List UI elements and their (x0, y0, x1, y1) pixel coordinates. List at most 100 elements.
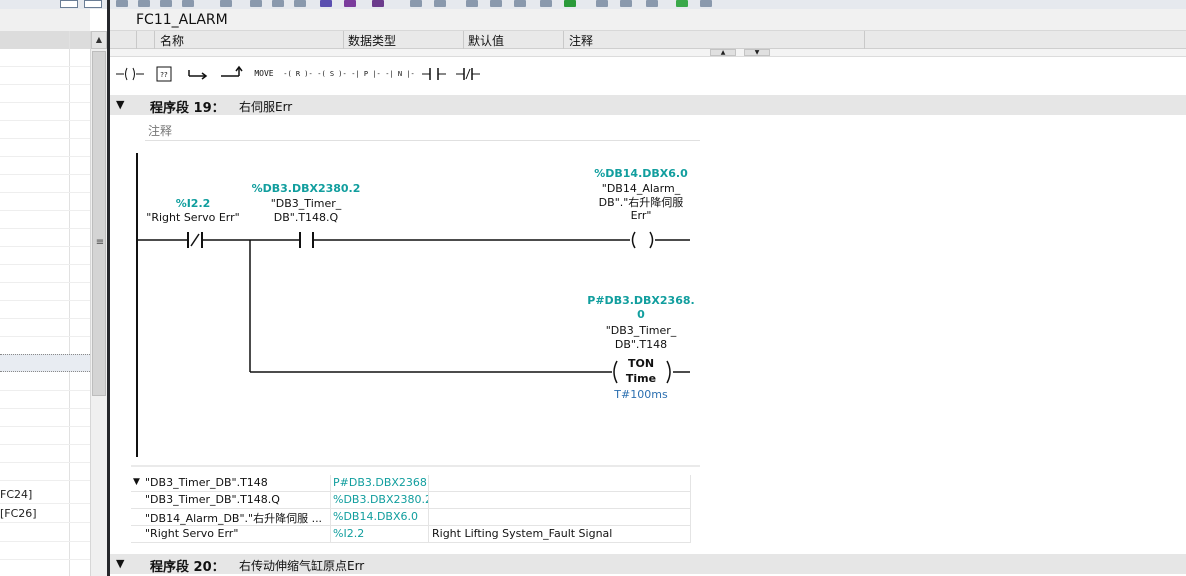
pane-splitter[interactable] (107, 0, 110, 576)
timer-symbol-line1[interactable]: "DB3_Timer_ (586, 324, 696, 338)
coil-address[interactable]: %DB14.DBX6.0 (586, 167, 696, 181)
var-comment[interactable] (428, 475, 691, 491)
tree-row-fc26[interactable]: [FC26] (0, 505, 90, 523)
tree-row[interactable] (0, 211, 90, 229)
coil-symbol-line1[interactable]: "DB14_Alarm_ (586, 182, 696, 196)
toolbar-icon[interactable] (320, 0, 332, 7)
pos-edge-icon[interactable]: -| P |- (350, 61, 382, 87)
toolbar-icon[interactable] (272, 0, 284, 7)
var-comment[interactable] (428, 492, 691, 508)
toolbar-icon[interactable] (434, 0, 446, 7)
tree-row[interactable] (0, 49, 90, 67)
play-icon[interactable] (676, 0, 688, 7)
tree-row[interactable] (0, 301, 90, 319)
timer-address-line1[interactable]: P#DB3.DBX2368. (586, 294, 696, 308)
table-row[interactable]: "DB14_Alarm_DB"."右升降伺服 ... %DB14.DBX6.0 (131, 509, 691, 526)
toolbar-icon[interactable] (620, 0, 632, 7)
toolbar-icon[interactable] (596, 0, 608, 7)
tree-row[interactable] (0, 463, 90, 481)
contact1-address[interactable]: %I2.2 (160, 197, 226, 211)
reset-coil-icon[interactable]: -( R )- (282, 61, 314, 87)
tree-row[interactable] (0, 391, 90, 409)
tree-row[interactable] (0, 139, 90, 157)
contact2-symbol-line1[interactable]: "DB3_Timer_ (256, 197, 356, 211)
toolbar-icon[interactable] (410, 0, 422, 7)
coil-icon[interactable] (114, 61, 146, 87)
toolbar-icon[interactable] (490, 0, 502, 7)
tree-vertical-scrollbar[interactable]: ▲ ≡ (90, 31, 107, 576)
tree-row[interactable] (0, 103, 90, 121)
contact2-symbol-line2[interactable]: DB".T148.Q (256, 211, 356, 225)
collapse-triangle-icon[interactable]: ▼ (116, 98, 124, 111)
toolbar-icon[interactable] (372, 0, 384, 7)
tree-row[interactable] (0, 247, 90, 265)
toolbar-icon[interactable] (138, 0, 150, 7)
table-row[interactable]: "DB3_Timer_DB".T148.Q %DB3.DBX2380.2 (131, 492, 691, 509)
tree-row[interactable] (0, 175, 90, 193)
tree-row[interactable] (0, 445, 90, 463)
empty-box-icon[interactable]: ?? (148, 61, 180, 87)
contact2-address[interactable]: %DB3.DBX2380.2 (246, 182, 366, 196)
network-title[interactable]: 右传动伸缩气缸原点Err (239, 557, 364, 574)
collapse-triangle-icon[interactable]: ▼ (116, 557, 124, 570)
var-comment[interactable] (428, 509, 691, 525)
timer-type[interactable]: TON (616, 357, 666, 371)
toolbar-icon[interactable] (182, 0, 194, 7)
coil-symbol-line2[interactable]: DB"."右升降伺服 (586, 196, 696, 210)
timer-mode[interactable]: Time (616, 372, 666, 386)
tree-row-selected[interactable] (0, 354, 90, 372)
tree-row[interactable] (0, 229, 90, 247)
toolbar-icon[interactable] (514, 0, 526, 7)
tree-row[interactable] (0, 67, 90, 85)
toolbar-icon[interactable] (160, 0, 172, 7)
neg-edge-icon[interactable]: -| N |- (384, 61, 416, 87)
tree-row-fc24[interactable]: FC24] (0, 486, 90, 504)
scroll-up-arrow-icon[interactable]: ▲ (91, 31, 107, 49)
toolbar-icon[interactable] (250, 0, 262, 7)
timer-preset[interactable]: T#100ms (606, 388, 676, 401)
tree-row[interactable] (0, 373, 90, 391)
tree-list-icon[interactable] (84, 0, 102, 8)
column-header-datatype[interactable]: 数据类型 (348, 32, 396, 49)
toolbar-icon[interactable] (220, 0, 232, 7)
no-contact-icon[interactable] (418, 61, 450, 87)
timer-address-line2[interactable]: 0 (586, 308, 696, 322)
interface-splitter[interactable]: ▲ ▼ (110, 49, 1186, 57)
network-20-header[interactable]: ▼ 程序段 20： 右传动伸缩气缸原点Err (110, 554, 1186, 575)
open-branch-icon[interactable] (182, 61, 214, 87)
coil-symbol-line3[interactable]: Err" (586, 209, 696, 223)
tree-row[interactable] (0, 121, 90, 139)
collapse-up-icon[interactable]: ▲ (710, 49, 736, 56)
tree-row[interactable] (0, 193, 90, 211)
table-row[interactable]: "Right Servo Err" %I2.2 Right Lifting Sy… (131, 526, 691, 543)
toolbar-icon[interactable] (540, 0, 552, 7)
tree-row[interactable] (0, 337, 90, 355)
toolbar-icon[interactable] (466, 0, 478, 7)
table-row[interactable]: ▼ "DB3_Timer_DB".T148 P#DB3.DBX2368... (131, 475, 691, 492)
column-header-default[interactable]: 默认值 (468, 32, 504, 49)
close-branch-icon[interactable] (216, 61, 248, 87)
timer-symbol-line2[interactable]: DB".T148 (586, 338, 696, 352)
move-icon[interactable]: MOVE (248, 61, 280, 87)
toolbar-icon[interactable] (646, 0, 658, 7)
set-coil-icon[interactable]: -( S )- (316, 61, 348, 87)
nc-contact-icon[interactable] (452, 61, 484, 87)
network-title[interactable]: 右伺服Err (239, 98, 292, 115)
tree-row[interactable] (0, 409, 90, 427)
contact1-symbol[interactable]: "Right Servo Err" (143, 211, 243, 225)
toolbar-icon[interactable] (700, 0, 712, 7)
tree-row[interactable] (0, 85, 90, 103)
scrollbar-thumb[interactable]: ≡ (92, 51, 106, 396)
tree-row[interactable] (0, 265, 90, 283)
checkmark-icon[interactable] (564, 0, 576, 7)
tree-row[interactable] (0, 283, 90, 301)
toolbar-icon[interactable] (294, 0, 306, 7)
column-header-name[interactable]: 名称 (160, 32, 184, 49)
toolbar-icon[interactable] (344, 0, 356, 7)
tree-view-icon[interactable] (60, 0, 78, 8)
tree-row[interactable] (0, 427, 90, 445)
toolbar-icon[interactable] (116, 0, 128, 7)
tree-row[interactable] (0, 319, 90, 337)
collapse-triangle-icon[interactable]: ▼ (133, 477, 140, 487)
tree-row[interactable] (0, 524, 90, 542)
